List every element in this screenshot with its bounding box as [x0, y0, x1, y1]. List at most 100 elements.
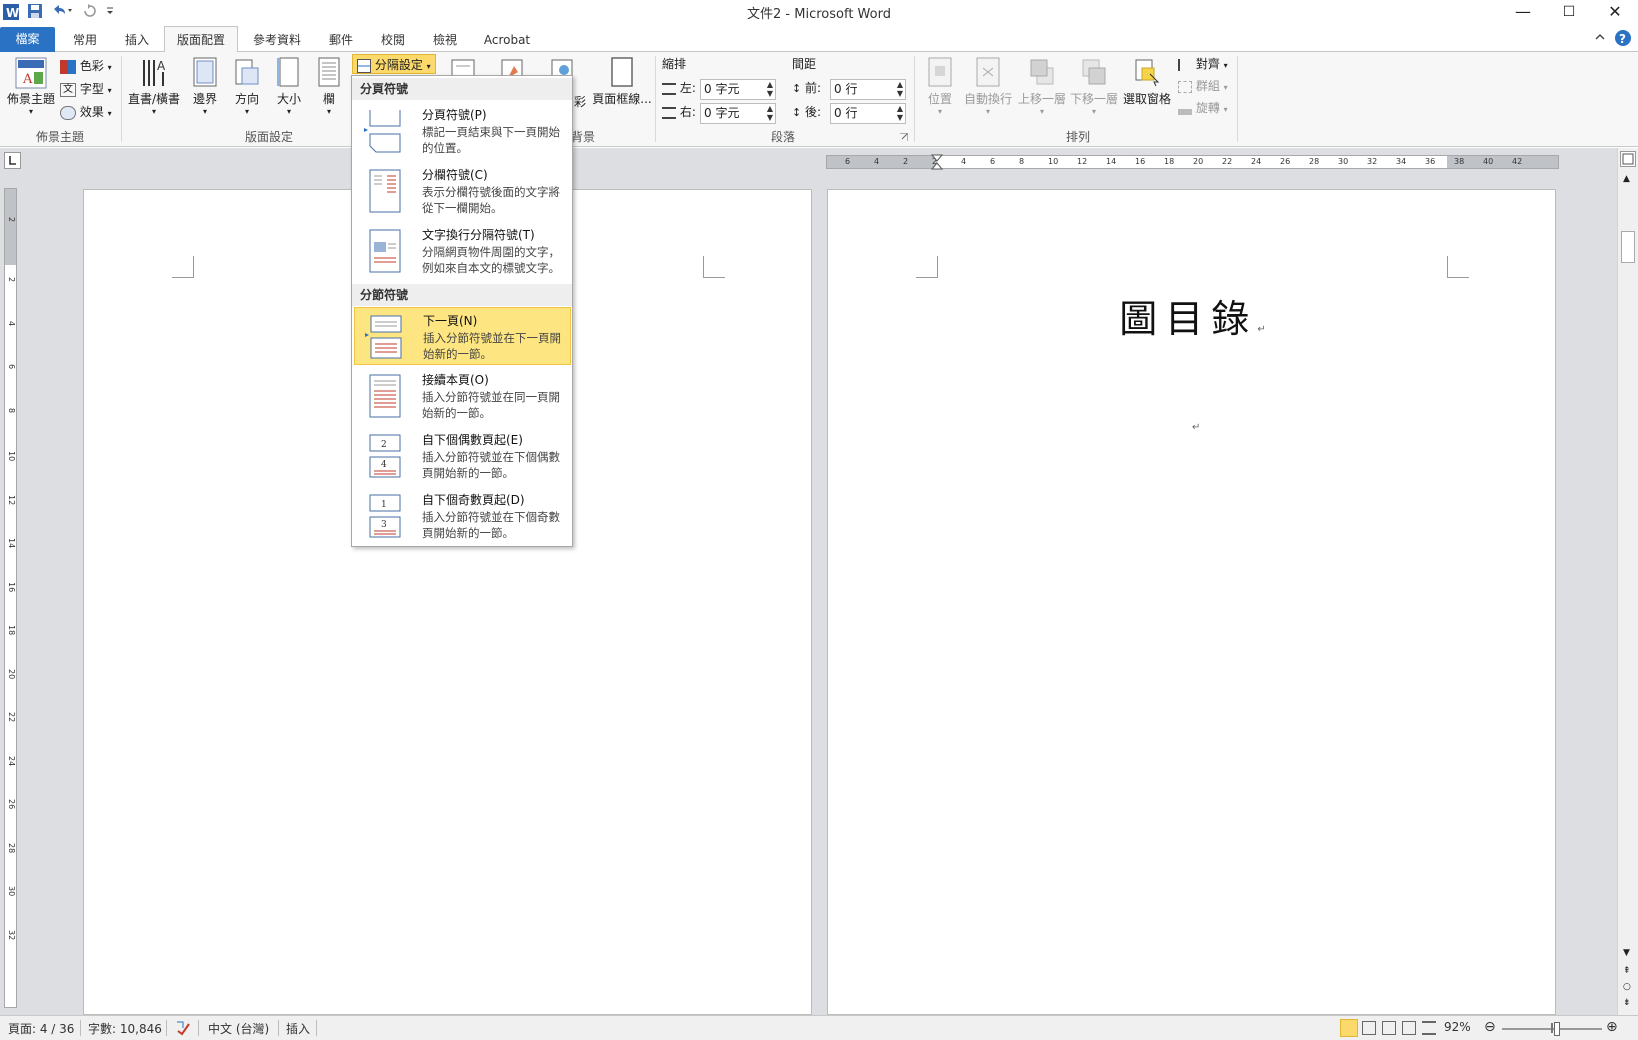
zoom-slider[interactable] [1502, 1022, 1602, 1036]
outline-view-icon[interactable] [1402, 1021, 1416, 1035]
spacing-before-field[interactable]: 0 行 ▲ ▼ [830, 79, 906, 100]
zoom-level[interactable]: 92% [1444, 1020, 1471, 1034]
tab-view[interactable]: 檢視 [424, 29, 466, 52]
collapse-ribbon-icon[interactable] [1594, 31, 1606, 46]
tab-home[interactable]: 常用 [64, 29, 106, 52]
menu-item-next-page[interactable]: 下一頁(N) 插入分節符號並在下一頁開始新的一節。 [354, 307, 571, 365]
ruler-tick-label: 12 [7, 494, 16, 505]
theme-effects-button[interactable]: 效果 ▾ [60, 102, 112, 122]
paragraph-dialog-launcher-icon[interactable] [900, 130, 909, 144]
menu-item-description: 插入分節符號並在同一頁開始新的一節。 [422, 390, 560, 420]
align-button[interactable]: 對齊 ▾ [1178, 54, 1228, 74]
menu-item-continuous[interactable]: 接續本頁(O) 插入分節符號並在同一頁開始新的一節。 [354, 367, 571, 425]
scroll-thumb[interactable] [1621, 231, 1635, 263]
tab-insert[interactable]: 插入 [116, 29, 158, 52]
text-direction-label: 直書/橫書 [127, 92, 181, 106]
ruler-toggle-icon[interactable] [1620, 151, 1636, 167]
vertical-scrollbar[interactable]: ▲ ▼ ⇞ ○ ⇟ [1617, 148, 1638, 1015]
ruler-tick-label: 4 [874, 157, 880, 166]
theme-effects-icon [60, 105, 76, 120]
columns-button[interactable]: 欄 ▾ [312, 56, 346, 116]
status-language[interactable]: 中文 (台灣) [208, 1020, 269, 1037]
svg-text:2: 2 [381, 440, 387, 450]
draft-view-icon[interactable] [1422, 1021, 1436, 1035]
margins-button[interactable]: 邊界 ▾ [186, 56, 224, 116]
orientation-label: 方向 [234, 92, 259, 106]
maximize-button[interactable]: ☐ [1546, 0, 1592, 25]
horizontal-ruler[interactable]: 6 4 2 2 4 6 8 10 12 14 16 18 20 22 24 26 28 30 32 34 36 38 40 4… [826, 154, 1559, 170]
indent-header: 縮排 [662, 57, 687, 71]
wrap-text-button[interactable]: 自動換行 ▾ [962, 56, 1014, 116]
ribbon-tabs: 檔案 常用 插入 版面配置 參考資料 郵件 校閱 檢視 Acrobat ? [0, 25, 1638, 53]
menu-item-odd-page[interactable]: 13 自下個奇數頁起(D) 插入分節符號並在下個奇數頁開始新的一節。 [354, 487, 571, 545]
indent-right-field[interactable]: 0 字元 ▲ ▼ [700, 103, 776, 124]
zoom-slider-thumb[interactable] [1554, 1022, 1560, 1036]
ruler-tick-label: 18 [7, 625, 16, 636]
orientation-button[interactable]: 方向 ▾ [228, 56, 266, 116]
tab-references[interactable]: 參考資料 [246, 29, 308, 52]
document-heading[interactable]: 圖目錄 [1119, 297, 1257, 341]
group-separator [1237, 56, 1238, 142]
help-icon[interactable]: ? [1614, 29, 1632, 50]
indent-left-field[interactable]: 0 字元 ▲ ▼ [700, 79, 776, 100]
indent-marker-icon[interactable] [930, 154, 944, 175]
full-screen-reading-icon[interactable] [1362, 1021, 1376, 1035]
zoom-in-icon[interactable]: ⊕ [1606, 1019, 1618, 1035]
tab-acrobat[interactable]: Acrobat [476, 29, 538, 52]
spin-arrows-icon[interactable]: ▲ ▼ [767, 80, 773, 98]
scroll-up-icon[interactable]: ▲ [1623, 174, 1630, 184]
title-bar: W 文件2 - Microsoft Word — ☐ ✕ [0, 0, 1638, 25]
ruler-tick-label: 2 [903, 157, 909, 166]
rotate-button[interactable]: 旋轉 ▾ [1178, 98, 1228, 118]
ruler-tick-label: 2 [7, 277, 16, 283]
status-word-count[interactable]: 字數: 10,846 [88, 1020, 162, 1037]
status-page[interactable]: 頁面: 4 / 36 [8, 1020, 74, 1037]
ruler-tick-label: 30 [7, 886, 16, 897]
themes-button[interactable]: A 佈景主題 ▾ [4, 56, 58, 116]
minimize-button[interactable]: — [1500, 0, 1546, 25]
menu-item-even-page[interactable]: 24 自下個偶數頁起(E) 插入分節符號並在下個偶數頁開始新的一節。 [354, 427, 571, 485]
proofing-icon[interactable] [174, 1019, 192, 1040]
close-button[interactable]: ✕ [1592, 0, 1638, 25]
size-button[interactable]: 大小 ▾ [270, 56, 308, 116]
menu-item-page-break[interactable]: 分頁符號(P) 標記一頁結束與下一頁開始的位置。 [354, 102, 571, 160]
theme-fonts-button[interactable]: 文 字型 ▾ [60, 79, 112, 99]
selection-pane-button[interactable]: 選取窗格 [1120, 56, 1174, 107]
status-insert-mode[interactable]: 插入 [286, 1020, 310, 1037]
spin-arrows-icon[interactable]: ▲ ▼ [897, 80, 903, 98]
theme-colors-button[interactable]: 色彩 ▾ [60, 56, 112, 76]
spin-arrows-icon[interactable]: ▲ ▼ [897, 104, 903, 122]
theme-fonts-icon: 文 [60, 82, 76, 97]
zoom-out-icon[interactable]: ⊖ [1484, 1019, 1496, 1035]
previous-page-icon[interactable]: ⇞ [1623, 966, 1631, 976]
spin-arrows-icon[interactable]: ▲ ▼ [767, 104, 773, 122]
bring-forward-button[interactable]: 上移一層 ▾ [1016, 56, 1068, 116]
ruler-tick-label: 20 [1193, 157, 1204, 166]
next-page-icon[interactable]: ⇟ [1623, 998, 1631, 1008]
text-direction-button[interactable]: A 直書/橫書 ▾ [124, 56, 184, 116]
group-button[interactable]: 群組 ▾ [1178, 76, 1228, 96]
menu-item-text-wrapping-break[interactable]: 文字換行分隔符號(T) 分隔網頁物件周圍的文字，例如來自本文的標號文字。 [354, 222, 571, 280]
ruler-tick-label: 16 [1135, 157, 1146, 166]
ruler-tick-label: 16 [7, 581, 16, 592]
tab-file[interactable]: 檔案 [0, 27, 55, 52]
theme-fonts-label: 字型 [79, 82, 104, 96]
tab-review[interactable]: 校閱 [372, 29, 414, 52]
position-button[interactable]: 位置 ▾ [918, 56, 962, 116]
menu-item-column-break[interactable]: 分欄符號(C) 表示分欄符號後面的文字將從下一欄開始。 [354, 162, 571, 220]
tab-page-layout[interactable]: 版面配置 [164, 26, 238, 53]
vertical-ruler[interactable]: 2 2 4 6 8 10 12 14 16 18 20 22 24 26 28 30 32 [4, 188, 17, 1008]
ruler-tick-label: 18 [1164, 157, 1175, 166]
page-borders-button[interactable]: 頁面框線... [592, 56, 652, 107]
select-browse-object-icon[interactable]: ○ [1623, 982, 1631, 992]
send-backward-button[interactable]: 下移一層 ▾ [1068, 56, 1120, 116]
print-layout-view-icon[interactable] [1340, 1019, 1358, 1037]
tab-selector-icon[interactable] [4, 152, 21, 169]
spacing-after-field[interactable]: 0 行 ▲ ▼ [830, 103, 906, 124]
svg-text:3: 3 [381, 520, 387, 530]
page-right[interactable]: 圖目錄↵ ↵ [827, 189, 1556, 1015]
scroll-down-icon[interactable]: ▼ [1623, 948, 1630, 958]
tab-mailings[interactable]: 郵件 [320, 29, 362, 52]
breaks-button[interactable]: 分隔設定 ▾ [352, 54, 436, 74]
web-layout-icon[interactable] [1382, 1021, 1396, 1035]
